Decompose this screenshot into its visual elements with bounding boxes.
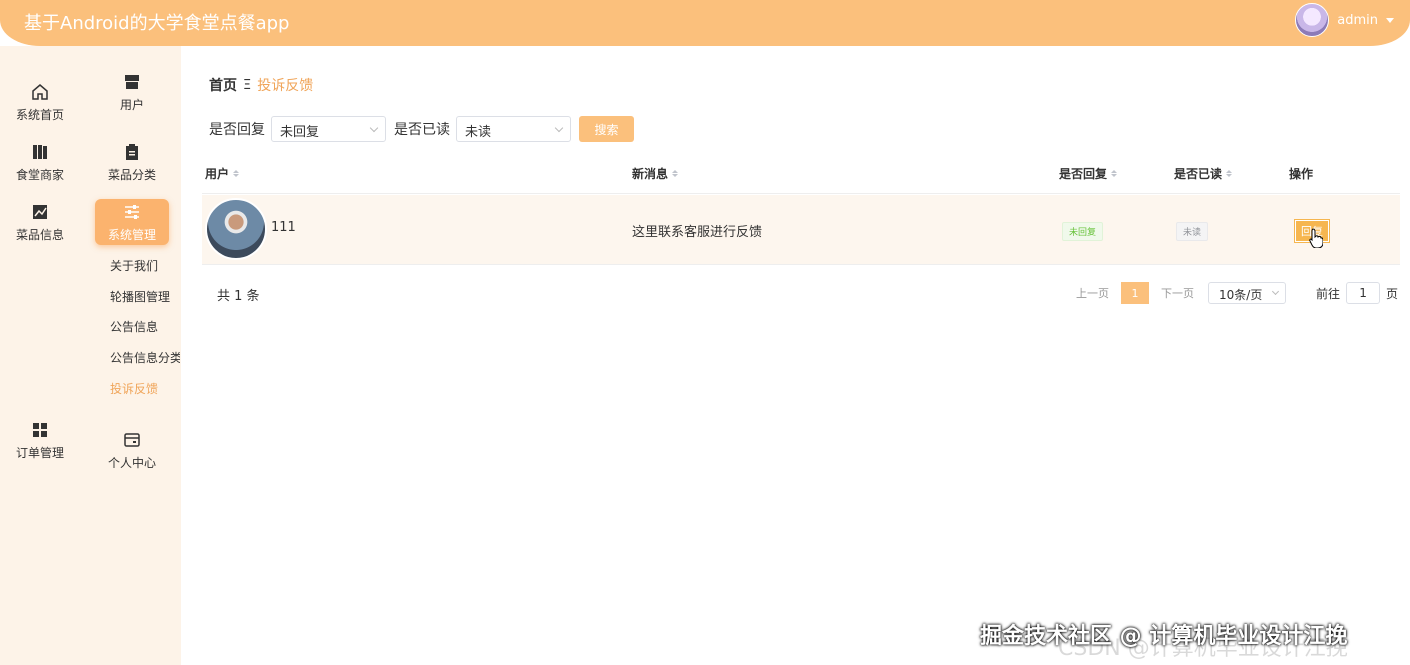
user-avatar[interactable]	[1295, 3, 1330, 37]
read-filter-select[interactable]: 未读	[456, 116, 571, 142]
page-size-value: 10条/页	[1219, 288, 1263, 302]
sort-icon[interactable]	[233, 170, 240, 177]
cell-message: 这里联系客服进行反馈	[632, 225, 763, 240]
chevron-down-icon	[369, 123, 379, 133]
column-header-label: 是否回复	[1059, 167, 1108, 181]
column-header-user[interactable]: 用户	[205, 165, 240, 182]
watermark: 掘金技术社区 @ 计算机毕业设计江挽	[980, 624, 1348, 649]
chevron-down-icon	[554, 123, 564, 133]
home-icon	[30, 82, 50, 102]
chart-icon	[30, 202, 50, 222]
read-filter-value: 未读	[465, 125, 492, 140]
goto-label: 前往	[1316, 286, 1341, 301]
breadcrumb: 首页 Ξ 投诉反馈	[209, 75, 313, 95]
top-header: 基于Android的大学食堂点餐app admin	[0, 0, 1410, 46]
sidebar-item-label: 菜品信息	[15, 227, 64, 242]
column-header-read[interactable]: 是否已读	[1174, 165, 1233, 182]
pagination: 上一页 1 下一页 10条/页 前往 1 页	[1076, 282, 1398, 304]
filter-bar: 是否回复 未回复 是否已读 未读 搜索	[209, 116, 634, 142]
sidebar-item-label: 菜品分类	[107, 167, 156, 182]
replied-status-badge: 未回复	[1062, 222, 1104, 241]
total-count: 共 1 条	[217, 289, 260, 304]
sidebar-item-user[interactable]: 用户	[95, 66, 169, 118]
sidebar-item-dish-category[interactable]: 菜品分类	[95, 136, 169, 188]
sidebar: 系统首页 用户 食堂商家 菜品分类 菜品信息 系统管理 关于我们 轮播图管理 公…	[0, 46, 181, 665]
prev-page-button[interactable]: 上一页	[1076, 285, 1109, 301]
sort-icon[interactable]	[1226, 170, 1233, 177]
cell-user: 111	[271, 220, 296, 235]
column-header-label: 是否已读	[1174, 167, 1223, 181]
grid-icon	[30, 420, 50, 440]
read-status-badge: 未读	[1176, 222, 1209, 241]
hand-cursor-icon	[1309, 228, 1323, 248]
book-icon	[30, 142, 50, 162]
table-header: 用户 新消息 是否回复 是否已读 操作	[202, 154, 1400, 194]
breadcrumb-separator: Ξ	[243, 77, 252, 93]
sidebar-item-label: 订单管理	[15, 445, 64, 460]
user-photo	[205, 198, 267, 260]
sidebar-item-dish-info[interactable]: 菜品信息	[3, 196, 77, 248]
sidebar-item-canteen[interactable]: 食堂商家	[3, 136, 77, 188]
column-header-label: 用户	[205, 167, 230, 181]
page-size-select[interactable]: 10条/页	[1208, 282, 1286, 304]
reply-filter-value: 未回复	[280, 125, 320, 140]
feedback-table: 用户 新消息 是否回复 是否已读 操作 111 这里联系客服进行反馈 未回复 未…	[202, 154, 1400, 265]
sidebar-item-label: 个人中心	[107, 455, 156, 470]
reply-filter-label: 是否回复	[209, 122, 265, 138]
table-row[interactable]: 111 这里联系客服进行反馈 未回复 未读 回复	[202, 195, 1400, 265]
page-unit-label: 页	[1386, 286, 1399, 301]
sidebar-item-label: 系统首页	[15, 107, 64, 122]
sidebar-item-label: 系统管理	[107, 227, 156, 242]
clipboard-icon	[122, 142, 142, 162]
wallet-icon	[122, 430, 142, 450]
sliders-icon	[122, 202, 142, 222]
column-header-action: 操作	[1289, 165, 1313, 182]
sub-item-notice-category[interactable]: 公告信息分类	[110, 349, 180, 366]
sub-item-carousel[interactable]: 轮播图管理	[110, 288, 170, 305]
column-header-label: 操作	[1289, 167, 1314, 181]
sidebar-item-label: 食堂商家	[15, 167, 64, 182]
main-content: 首页 Ξ 投诉反馈 是否回复 未回复 是否已读 未读 搜索 用户 新消息 是否回…	[181, 46, 1410, 665]
sub-item-about[interactable]: 关于我们	[110, 257, 158, 274]
sort-icon[interactable]	[672, 170, 679, 177]
breadcrumb-home[interactable]: 首页	[209, 75, 237, 95]
column-header-replied[interactable]: 是否回复	[1059, 165, 1118, 182]
search-button[interactable]: 搜索	[579, 116, 634, 142]
page-number-current[interactable]: 1	[1121, 282, 1149, 304]
sidebar-item-home[interactable]: 系统首页	[3, 76, 77, 128]
sub-item-notice[interactable]: 公告信息	[110, 318, 158, 335]
caret-down-icon[interactable]	[1386, 17, 1394, 23]
next-page-button[interactable]: 下一页	[1161, 285, 1194, 301]
sidebar-item-profile[interactable]: 个人中心	[95, 424, 169, 476]
chevron-down-icon	[1271, 287, 1280, 296]
store-icon	[122, 72, 142, 92]
reply-filter-select[interactable]: 未回复	[271, 116, 386, 142]
sub-item-feedback[interactable]: 投诉反馈	[110, 380, 158, 397]
user-name[interactable]: admin	[1337, 13, 1378, 28]
goto-page-input[interactable]: 1	[1346, 282, 1381, 304]
app-title: 基于Android的大学食堂点餐app	[24, 13, 290, 34]
sidebar-item-orders[interactable]: 订单管理	[3, 414, 77, 466]
sidebar-item-label: 用户	[119, 97, 144, 112]
column-header-label: 新消息	[632, 167, 669, 181]
sidebar-item-system[interactable]: 系统管理	[95, 199, 169, 245]
column-header-message[interactable]: 新消息	[632, 165, 679, 182]
read-filter-label: 是否已读	[394, 122, 450, 138]
sort-icon[interactable]	[1111, 170, 1118, 177]
breadcrumb-current: 投诉反馈	[257, 78, 314, 94]
user-menu[interactable]: admin	[1295, 3, 1394, 37]
